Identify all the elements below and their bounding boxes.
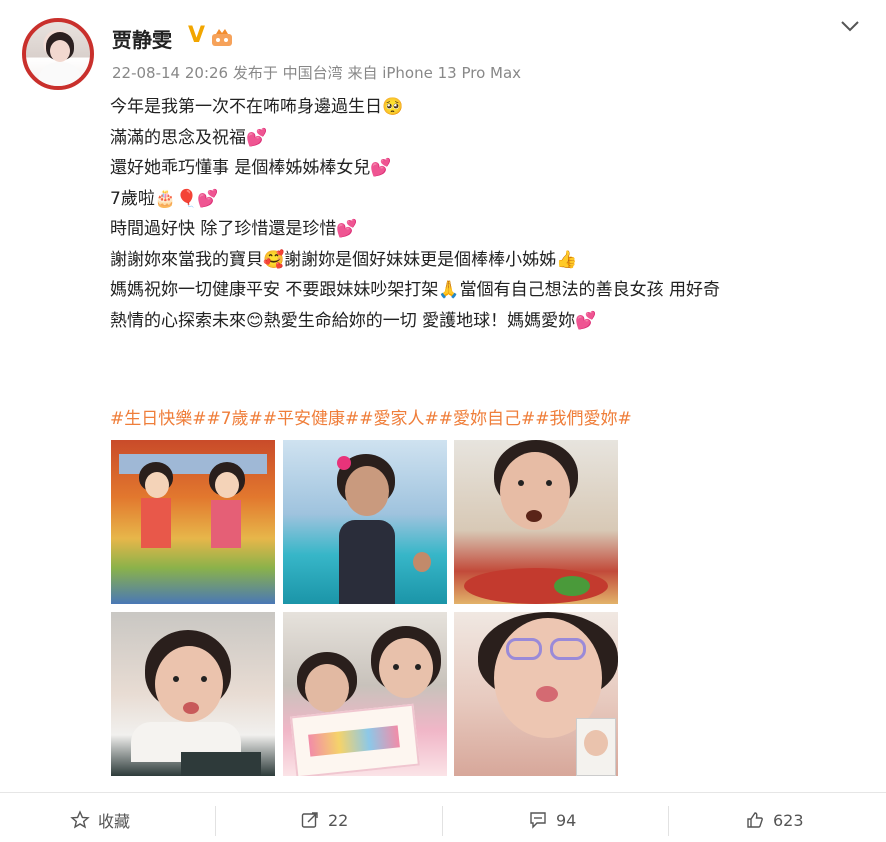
repost-icon <box>301 812 318 828</box>
post-device: 来自 iPhone 13 Pro Max <box>347 64 522 82</box>
post-line: 今年是我第一次不在咘咘身邊過生日🥺 <box>110 97 404 117</box>
action-separator <box>668 806 669 836</box>
post-line: 謝謝妳來當我的寶貝🥰謝謝妳是個好妹妹更是個棒棒小姊姊👍 <box>110 249 578 270</box>
avatar[interactable] <box>22 18 94 90</box>
post-meta: 22-08-14 20:26 发布于 中国台湾 来自 iPhone 13 Pro… <box>112 62 521 83</box>
photo-girl-pout[interactable] <box>111 612 275 776</box>
comment-button[interactable]: 94 <box>528 806 576 834</box>
photo-girls-card[interactable] <box>283 612 447 776</box>
thumbs-up-icon <box>747 812 763 828</box>
favorite-label: 收藏 <box>98 812 131 831</box>
post-line: 熱情的心探索未來😊熱愛生命給妳的一切 愛護地球！媽媽愛妳💕 <box>110 310 597 331</box>
weibo-post-card: 贾静雯 V 22-08-14 20:26 发布于 中国台湾 来自 iPhone … <box>0 0 886 842</box>
post-line: 時間過好快 除了珍惜還是珍惜💕 <box>110 219 358 239</box>
image-grid <box>111 440 619 776</box>
post-line: 還好她乖巧懂事 是個棒姊姊棒女兒💕 <box>110 158 392 178</box>
photo-drawing-two-girls[interactable] <box>111 440 275 604</box>
action-separator <box>215 806 216 836</box>
chevron-down-icon[interactable] <box>838 16 862 36</box>
comment-count: 94 <box>556 810 577 830</box>
post-line: 7歲啦🎂🎈💕 <box>110 188 219 209</box>
comment-icon <box>530 812 546 829</box>
post-location: 发布于 中国台湾 <box>232 64 343 82</box>
like-count: 623 <box>773 810 804 830</box>
post-line: 媽媽祝妳一切健康平安 不要跟妹妹吵架打架🙏當個有自己想法的善良女孩 用好奇 <box>110 280 720 300</box>
post-text: 今年是我第一次不在咘咘身邊過生日🥺 滿滿的思念及祝福💕 還好她乖巧懂事 是個棒姊… <box>110 92 870 336</box>
photo-girl-pool[interactable] <box>283 440 447 604</box>
photo-girl-glasses-videocall[interactable] <box>454 612 618 776</box>
post-line: 滿滿的思念及祝福💕 <box>110 127 268 148</box>
verified-badge-icon: V <box>188 23 206 48</box>
favorite-button[interactable]: 收藏 <box>70 806 130 834</box>
post-time[interactable]: 22-08-14 20:26 <box>112 64 228 82</box>
username[interactable]: 贾静雯 <box>112 24 172 53</box>
hashtags[interactable]: #生日快樂##7歲##平安健康##愛家人##愛妳自己##我們愛妳# <box>110 404 632 429</box>
repost-count: 22 <box>328 810 349 830</box>
member-crown-icon <box>212 29 232 46</box>
photo-girl-eating[interactable] <box>454 440 618 604</box>
like-button[interactable]: 623 <box>745 806 804 834</box>
action-separator <box>442 806 443 836</box>
repost-button[interactable]: 22 <box>300 806 348 834</box>
star-icon <box>70 810 90 829</box>
action-bar-divider <box>0 792 886 793</box>
